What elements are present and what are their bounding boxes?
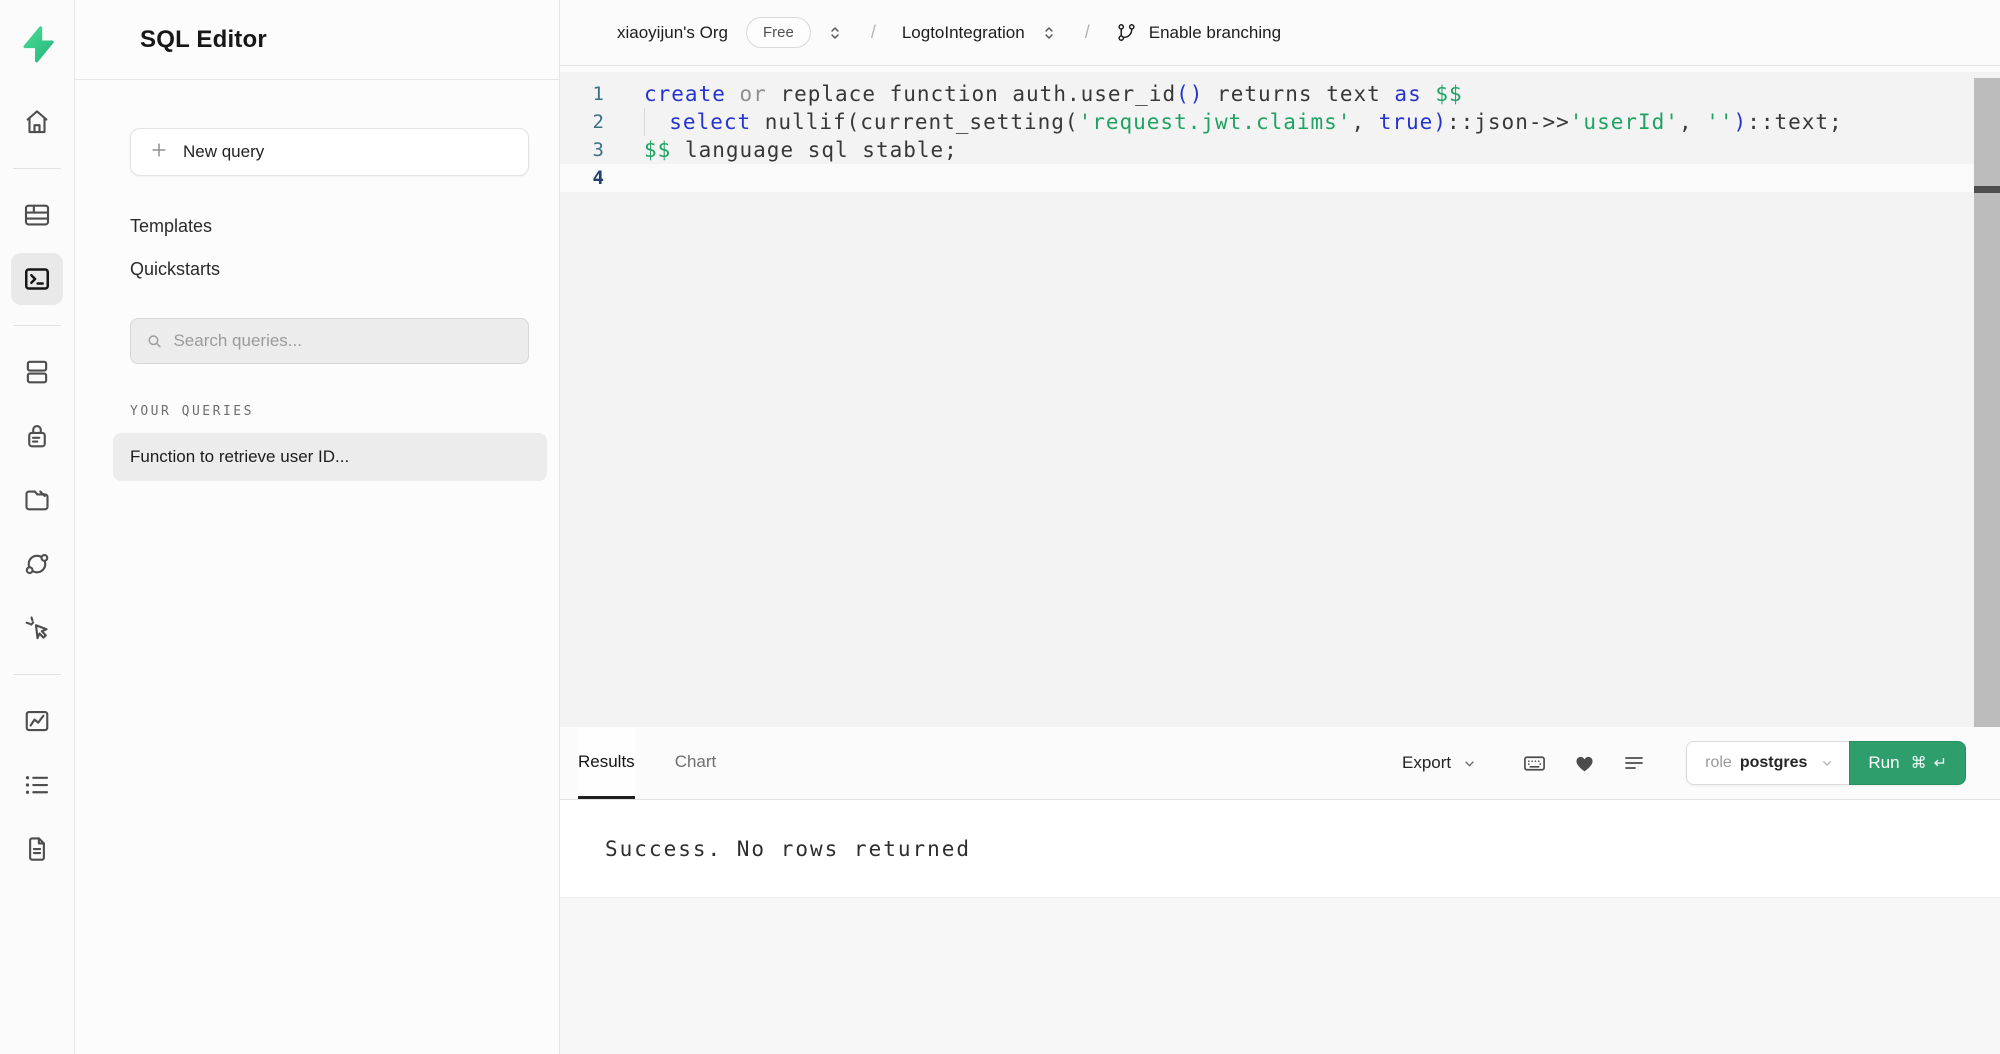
query-list-item-selected[interactable]: Function to retrieve user ID... <box>113 433 547 481</box>
code-line[interactable]: 2select nullif(current_setting('request.… <box>560 108 2000 136</box>
breadcrumb-separator: / <box>871 22 876 43</box>
chevron-down-icon <box>1819 755 1835 771</box>
rail-divider <box>13 325 61 326</box>
supabase-logo-icon <box>17 24 57 64</box>
sql-code-editor[interactable]: 1create or replace function auth.user_id… <box>560 66 2000 727</box>
sidebar-item-storage[interactable] <box>11 474 63 526</box>
results-output: Success. No rows returned <box>560 800 2000 898</box>
run-control-group: role postgres Run ⌘ ↵ <box>1686 741 1966 785</box>
sql-editor-sidebar: SQL Editor New query Templates Quickstar… <box>75 0 560 1054</box>
home-icon <box>22 107 52 137</box>
chevron-down-icon <box>1461 755 1478 772</box>
breadcrumb-project[interactable]: LogtoIntegration <box>902 23 1025 43</box>
plus-icon <box>149 140 169 165</box>
new-query-button[interactable]: New query <box>130 128 529 176</box>
favorite-button[interactable] <box>1573 752 1596 775</box>
line-number: 4 <box>560 164 644 192</box>
keyboard-icon <box>1522 751 1547 776</box>
sidebar-header: SQL Editor <box>75 0 559 80</box>
sidebar-item-api-docs[interactable] <box>11 823 63 875</box>
sidebar-item-home[interactable] <box>11 96 63 148</box>
role-value: postgres <box>1740 754 1808 772</box>
realtime-cursor-icon <box>22 613 52 643</box>
code-line[interactable]: 3$$ language sql stable; <box>560 136 2000 164</box>
new-query-label: New query <box>183 142 264 162</box>
sidebar-item-authentication[interactable] <box>11 410 63 462</box>
cmd-key-icon: ⌘ <box>1911 753 1927 773</box>
results-footer <box>560 898 2000 1054</box>
enable-branching-label: Enable branching <box>1149 23 1281 43</box>
search-icon <box>145 331 163 351</box>
keyboard-shortcuts-button[interactable] <box>1522 751 1547 776</box>
table-editor-icon <box>22 200 52 230</box>
database-icon <box>22 357 52 387</box>
heart-icon <box>1573 752 1596 775</box>
nav-rail <box>0 0 75 1054</box>
api-docs-file-icon <box>22 834 52 864</box>
sidebar-item-edge-functions[interactable] <box>11 538 63 590</box>
align-left-lines-icon <box>1622 751 1646 775</box>
auth-lock-icon <box>22 421 52 451</box>
role-label: role <box>1705 754 1732 772</box>
page-title: SQL Editor <box>140 26 267 54</box>
line-number: 2 <box>560 108 644 136</box>
org-selector-button[interactable] <box>825 23 845 43</box>
run-button[interactable]: Run ⌘ ↵ <box>1849 741 1966 785</box>
editor-scrollbar[interactable] <box>1974 78 2000 727</box>
run-label: Run <box>1868 753 1899 773</box>
edge-functions-icon <box>22 549 52 579</box>
breadcrumb-separator: / <box>1085 22 1090 43</box>
results-message: Success. No rows returned <box>605 837 971 861</box>
main-content: xiaoyijun's Org Free / LogtoIntegration … <box>560 0 2000 1054</box>
reports-chart-icon <box>22 706 52 736</box>
git-branch-icon <box>1116 22 1137 43</box>
scrollbar-cursor-mark <box>1974 186 2000 193</box>
plan-badge[interactable]: Free <box>746 17 811 48</box>
sidebar-item-templates[interactable]: Templates <box>130 216 529 237</box>
sidebar-item-database[interactable] <box>11 346 63 398</box>
sidebar-item-quickstarts[interactable]: Quickstarts <box>130 259 529 280</box>
export-label: Export <box>1402 753 1451 773</box>
rail-divider <box>13 168 61 169</box>
tab-chart[interactable]: Chart <box>675 727 717 799</box>
chevrons-up-down-icon <box>1039 23 1059 43</box>
sidebar-item-reports[interactable] <box>11 695 63 747</box>
code-line[interactable]: 4 <box>560 164 2000 192</box>
supabase-logo[interactable] <box>11 18 63 70</box>
rail-divider <box>13 674 61 675</box>
enable-branching-button[interactable]: Enable branching <box>1116 22 1281 43</box>
line-number: 3 <box>560 136 644 164</box>
line-number: 1 <box>560 80 644 108</box>
run-shortcut: ⌘ ↵ <box>1911 753 1947 773</box>
chevrons-up-down-icon <box>825 23 845 43</box>
sql-editor-icon <box>22 264 52 294</box>
sidebar-item-realtime[interactable] <box>11 602 63 654</box>
tab-results[interactable]: Results <box>578 727 635 799</box>
search-queries-input[interactable] <box>173 331 514 351</box>
logs-list-icon <box>22 770 52 800</box>
storage-folder-icon <box>22 485 52 515</box>
code-lines: 1create or replace function auth.user_id… <box>560 80 2000 192</box>
export-button[interactable]: Export <box>1402 753 1478 773</box>
format-sql-button[interactable] <box>1622 751 1646 775</box>
app-window: SQL Editor New query Templates Quickstar… <box>0 0 2000 1054</box>
enter-key-icon: ↵ <box>1934 753 1947 773</box>
results-toolbar: Results Chart Export <box>560 727 2000 800</box>
code-line[interactable]: 1create or replace function auth.user_id… <box>560 80 2000 108</box>
sidebar-item-logs[interactable] <box>11 759 63 811</box>
breadcrumb: xiaoyijun's Org Free / LogtoIntegration … <box>560 0 2000 66</box>
project-selector-button[interactable] <box>1039 23 1059 43</box>
role-select[interactable]: role postgres <box>1686 741 1849 785</box>
panel-tabs: Results Chart <box>578 727 756 799</box>
sidebar-item-sql-editor[interactable] <box>11 253 63 305</box>
search-queries-box[interactable] <box>130 318 529 364</box>
your-queries-section-label: YOUR QUERIES <box>130 404 529 419</box>
breadcrumb-org[interactable]: xiaoyijun's Org <box>617 23 728 43</box>
sidebar-item-table-editor[interactable] <box>11 189 63 241</box>
